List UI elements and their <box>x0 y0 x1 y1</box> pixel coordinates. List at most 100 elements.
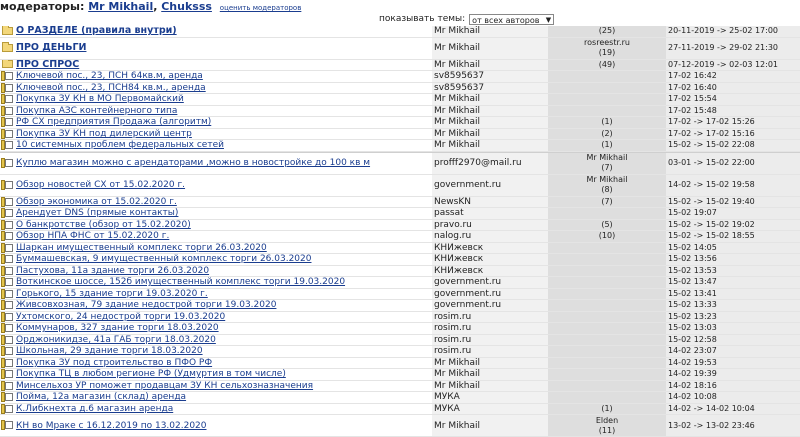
topic-date: 17-02 16:42 <box>666 70 800 83</box>
topic-row[interactable]: 10 системных проблем федеральных сетей Mr… <box>0 139 800 152</box>
topic-title-link[interactable]: ПРО СПРОС <box>16 59 79 70</box>
topic-reply-info: Mr Mikhail (7) <box>548 152 666 175</box>
topic-reply-info: Elden (11) <box>548 414 666 437</box>
topic-title-link[interactable]: Покупка ТЦ в любом регионе РФ (Удмуртия … <box>16 369 286 379</box>
topic-reply-info <box>548 82 666 94</box>
topic-author: government.ru <box>432 174 548 197</box>
topic-title-link[interactable]: КН во Мраке с 16.12.2019 по 13.02.2020 <box>16 421 207 431</box>
topic-row[interactable]: Ключевой пос., 23, ПСН84 кв.м., аренда sv… <box>0 82 800 94</box>
topic-row[interactable]: Покупка ЗУ КН в МО Первомайский Mr Mikhai… <box>0 93 800 106</box>
topic-row[interactable]: Горького, 15 здание торги 19.03.2020 г. g… <box>0 288 800 300</box>
topic-title-link[interactable]: О банкротстве (обзор от 15.02.2020) <box>16 220 191 230</box>
topic-reply-info <box>548 70 666 83</box>
topic-row[interactable]: К.Либкнехта д.6 магазин аренда МУКА (1) 14-… <box>0 403 800 415</box>
topic-reply-info: (10) <box>548 230 666 243</box>
topic-reply-info <box>548 276 666 289</box>
topic-row[interactable]: Воткинское шоссе, 152б имущественный ком… <box>0 276 800 289</box>
topic-title-link[interactable]: Куплю магазин можно с арендаторами ,можн… <box>16 158 370 168</box>
topic-reply-info <box>548 299 666 312</box>
topic-author: sv8595637 <box>432 82 548 94</box>
topic-date: 17-02 15:48 <box>666 105 800 117</box>
topic-date: 15-02 13:56 <box>666 253 800 266</box>
topic-title-link[interactable]: Обзор НПА ФНС от 15.02.2020 г. <box>16 231 169 241</box>
filter-selected-value: от всех авторов <box>472 15 540 25</box>
topic-reply-info <box>548 357 666 369</box>
topic-title-link[interactable]: Обзор экономика от 15.02.2020 г. <box>16 197 177 207</box>
topic-row[interactable]: Обзор новостей СХ от 15.02.2020 г. govern… <box>0 174 800 197</box>
topic-row[interactable]: Орджоникидзе, 41а ГАБ торги 18.03.2020 ro… <box>0 334 800 346</box>
topic-icon <box>1 242 13 253</box>
topic-title-link[interactable]: 10 системных проблем федеральных сетей <box>16 140 224 150</box>
topic-row[interactable]: Шаркан имущественный комплекс торги 26.0… <box>0 242 800 254</box>
topic-row[interactable]: О банкротстве (обзор от 15.02.2020) pravo… <box>0 219 800 231</box>
topic-row[interactable]: ПРО ДЕНЬГИ Mr Mikhail rosreestr.ru (19) 27-… <box>0 37 800 60</box>
topic-row[interactable]: КН во Мраке с 16.12.2019 по 13.02.2020 Mr… <box>0 414 800 437</box>
topic-row[interactable]: Пойма, 12а магазин (склад) аренда МУКА 14-… <box>0 391 800 404</box>
topic-icon <box>1 288 13 299</box>
topic-author: Mr Mikhail <box>432 26 548 38</box>
topic-icon <box>1 392 13 402</box>
topic-date: 15-02 13:33 <box>666 299 800 312</box>
topic-row[interactable]: ПРО СПРОС Mr Mikhail (49) 07-12-2019 -> 02-… <box>0 59 800 71</box>
topic-reply-info <box>548 265 666 277</box>
topic-row[interactable]: Ключевой пос., 23, ПСН 64кв.м, аренда sv8… <box>0 70 800 83</box>
topic-icon <box>1 254 13 264</box>
topic-row[interactable]: Покупка ЗУ под строительство в ПФО РФ Mr … <box>0 357 800 369</box>
topic-title-link[interactable]: Буммашевская, 9 имущественный комплекс т… <box>16 254 311 264</box>
topic-row[interactable]: Куплю магазин можно с арендаторами ,можн… <box>0 152 800 175</box>
topic-title-link[interactable]: О РАЗДЕЛЕ (правила внутри) <box>16 26 177 36</box>
topic-row[interactable]: О РАЗДЕЛЕ (правила внутри) Mr Mikhail (25)… <box>0 26 800 38</box>
topic-row[interactable]: Коммунаров, 327 здание торги 18.03.2020 r… <box>0 322 800 335</box>
topic-title-link[interactable]: Ухтомского, 24 недострой торги 19.03.202… <box>16 312 225 322</box>
topic-title-link[interactable]: Школьная, 29 здание торги 18.03.2020 <box>16 346 203 356</box>
topic-reply-info <box>548 380 666 392</box>
topic-row[interactable]: Минсельхоз УР поможет продавцам ЗУ КН се… <box>0 380 800 392</box>
pinned-topic-icon <box>1 94 13 104</box>
topic-title-link[interactable]: Арендует DNS (прямые контакты) <box>16 208 178 218</box>
topic-row[interactable]: Пастухова, 11а здание торги 26.03.2020 КН… <box>0 265 800 277</box>
topic-title-link[interactable]: К.Либкнехта д.6 магазин аренда <box>16 404 173 414</box>
topic-title-link[interactable]: Покупка ЗУ КН под дилерский центр <box>16 129 192 139</box>
moderator-link[interactable]: Mr Mikhail <box>88 0 153 13</box>
topic-row[interactable]: Покупка ЗУ КН под дилерский центр Mr Mikh… <box>0 128 800 140</box>
topic-reply-info: (1) <box>548 139 666 152</box>
topic-row[interactable]: Школьная, 29 здание торги 18.03.2020 rosi… <box>0 345 800 358</box>
rate-moderators-link[interactable]: оценить модераторов <box>220 4 302 12</box>
topic-title-link[interactable]: Коммунаров, 327 здание торги 18.03.2020 <box>16 323 219 333</box>
topic-row[interactable]: Покупка ТЦ в любом регионе РФ (Удмуртия … <box>0 368 800 381</box>
topic-reply-info: Mr Mikhail (8) <box>548 174 666 197</box>
topic-title-link[interactable]: Шаркан имущественный комплекс торги 26.0… <box>16 243 267 253</box>
topic-author: government.ru <box>432 288 548 300</box>
filter-select[interactable]: от всех авторов ▼ <box>469 13 555 25</box>
topic-row[interactable]: Арендует DNS (прямые контакты) passat 15-0… <box>0 207 800 220</box>
topic-title-link[interactable]: Ключевой пос., 23, ПСН 64кв.м, аренда <box>16 71 203 81</box>
pinned-topic-icon <box>1 82 13 93</box>
topic-reply-info <box>548 391 666 404</box>
topic-title-link[interactable]: Живсовхозная, 79 здание недострой торги … <box>16 300 276 310</box>
topic-title-link[interactable]: Покупка ЗУ под строительство в ПФО РФ <box>16 358 212 368</box>
topic-row[interactable]: Буммашевская, 9 имущественный комплекс т… <box>0 253 800 266</box>
topic-title-link[interactable]: Пойма, 12а магазин (склад) аренда <box>16 392 186 402</box>
topic-title-link[interactable]: Минсельхоз УР поможет продавцам ЗУ КН се… <box>16 381 313 391</box>
moderator-link[interactable]: Chuksss <box>161 0 212 13</box>
topic-title-link[interactable]: Пастухова, 11а здание торги 26.03.2020 <box>16 266 209 276</box>
topic-row[interactable]: Живсовхозная, 79 здание недострой торги … <box>0 299 800 312</box>
topic-row[interactable]: Ухтомского, 24 недострой торги 19.03.202… <box>0 311 800 323</box>
topic-title-link[interactable]: Покупка АЗС контейнерного типа <box>16 106 177 116</box>
topic-title-link[interactable]: Покупка ЗУ КН в МО Первомайский <box>16 94 184 104</box>
topic-title-link[interactable]: Горького, 15 здание торги 19.03.2020 г. <box>16 289 208 299</box>
topic-row[interactable]: Обзор экономика от 15.02.2020 г. NewsKN (7… <box>0 196 800 208</box>
topic-row[interactable]: Обзор НПА ФНС от 15.02.2020 г. nalog.ru (1… <box>0 230 800 243</box>
topic-row[interactable]: Покупка АЗС контейнерного типа Mr Mikhail… <box>0 105 800 117</box>
topic-title-link[interactable]: ПРО ДЕНЬГИ <box>16 42 86 53</box>
topic-title-link[interactable]: Орджоникидзе, 41а ГАБ торги 18.03.2020 <box>16 335 216 345</box>
topic-title-link[interactable]: Воткинское шоссе, 152б имущественный ком… <box>16 277 345 287</box>
topic-date: 14-02 -> 14-02 10:04 <box>666 403 800 415</box>
topic-date: 15-02 12:58 <box>666 334 800 346</box>
topic-row[interactable]: РФ СХ предприятия Продажа (алгоритм) Mr M… <box>0 116 800 129</box>
topic-date: 15-02 -> 15-02 22:08 <box>666 139 800 152</box>
topic-title-link[interactable]: Обзор новостей СХ от 15.02.2020 г. <box>16 180 185 190</box>
topic-title-link[interactable]: РФ СХ предприятия Продажа (алгоритм) <box>16 117 211 127</box>
topic-title-link[interactable]: Ключевой пос., 23, ПСН84 кв.м., аренда <box>16 83 206 93</box>
topic-date: 14-02 19:53 <box>666 357 800 369</box>
